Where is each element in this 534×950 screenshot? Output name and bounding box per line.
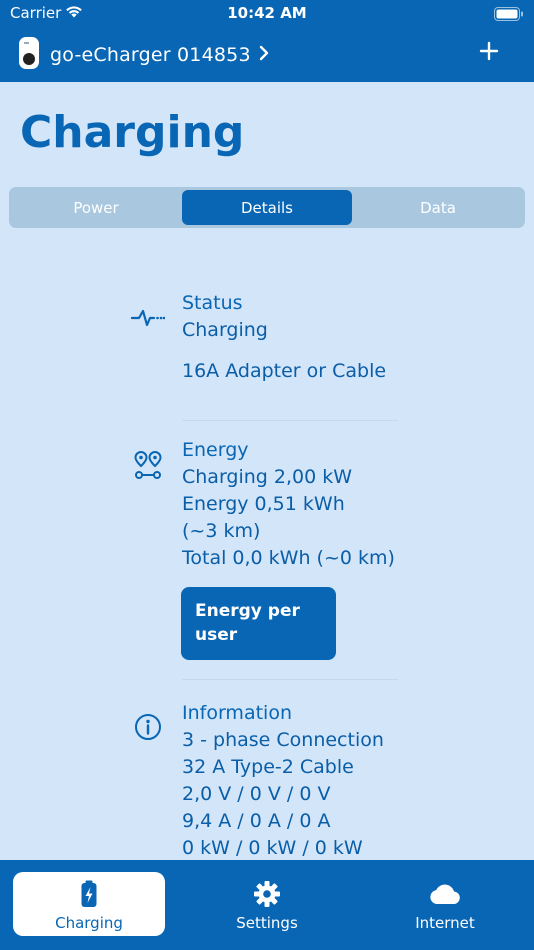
status-bar: Carrier 10:42 AM <box>0 0 534 28</box>
energy-line: Energy 0,51 kWh <box>182 493 345 515</box>
segmented-control: Power Details Data <box>9 187 525 228</box>
tab-settings[interactable]: Settings <box>191 872 343 936</box>
device-name: go-eCharger 014853 <box>50 44 251 66</box>
tab-internet[interactable]: Internet <box>369 872 521 936</box>
segment-power[interactable]: Power <box>11 190 181 225</box>
information-line: 0 kW / 0 kW / 0 kW <box>182 837 363 859</box>
cloud-icon <box>428 878 462 910</box>
add-button[interactable] <box>474 38 504 68</box>
segment-details[interactable]: Details <box>182 190 352 225</box>
energy-line: (~3 km) <box>182 520 261 542</box>
charger-device-icon <box>18 36 40 74</box>
energy-line: Total 0,0 kWh (~0 km) <box>182 547 395 569</box>
tab-charging[interactable]: Charging <box>13 872 165 936</box>
information-line: 3 - phase Connection <box>182 729 384 751</box>
status-line: Charging <box>182 319 268 341</box>
energy-body: Energy Charging 2,00 kW Energy 0,51 kWh … <box>182 436 412 572</box>
energy-title: Energy <box>182 439 249 461</box>
section-divider <box>182 420 398 421</box>
tab-label: Settings <box>236 914 298 932</box>
battery-icon <box>494 6 524 25</box>
gear-icon <box>253 878 281 910</box>
device-selector[interactable]: go-eCharger 014853 <box>18 36 269 74</box>
status-body: Status Charging 16A Adapter or Cable <box>182 289 412 385</box>
plus-icon <box>479 41 499 65</box>
segment-data[interactable]: Data <box>353 190 523 225</box>
information-line: 32 A Type-2 Cable <box>182 756 354 778</box>
chevron-right-icon <box>259 45 269 65</box>
status-title: Status <box>182 292 243 314</box>
information-line: 9,4 A / 0 A / 0 A <box>182 810 331 832</box>
energy-line: Charging 2,00 kW <box>182 466 353 488</box>
status-line: 16A Adapter or Cable <box>182 360 387 382</box>
route-pins-icon <box>130 450 166 480</box>
information-body: Information 3 - phase Connection 32 A Ty… <box>182 699 412 862</box>
energy-per-user-button[interactable]: Energy per user <box>181 587 336 660</box>
information-title: Information <box>182 702 292 724</box>
top-bar: Carrier 10:42 AM go-eCharger 014853 <box>0 0 534 82</box>
page-title: Charging <box>20 107 245 158</box>
info-icon <box>130 712 166 742</box>
pulse-icon <box>130 303 166 333</box>
clock-label: 10:42 AM <box>227 4 307 22</box>
tab-label: Internet <box>415 914 475 932</box>
section-divider <box>182 679 398 680</box>
battery-charging-icon <box>80 878 98 910</box>
information-line: 2,0 V / 0 V / 0 V <box>182 783 331 805</box>
tab-label: Charging <box>55 914 123 932</box>
bottom-tab-bar: Charging Settings Internet <box>0 860 534 950</box>
